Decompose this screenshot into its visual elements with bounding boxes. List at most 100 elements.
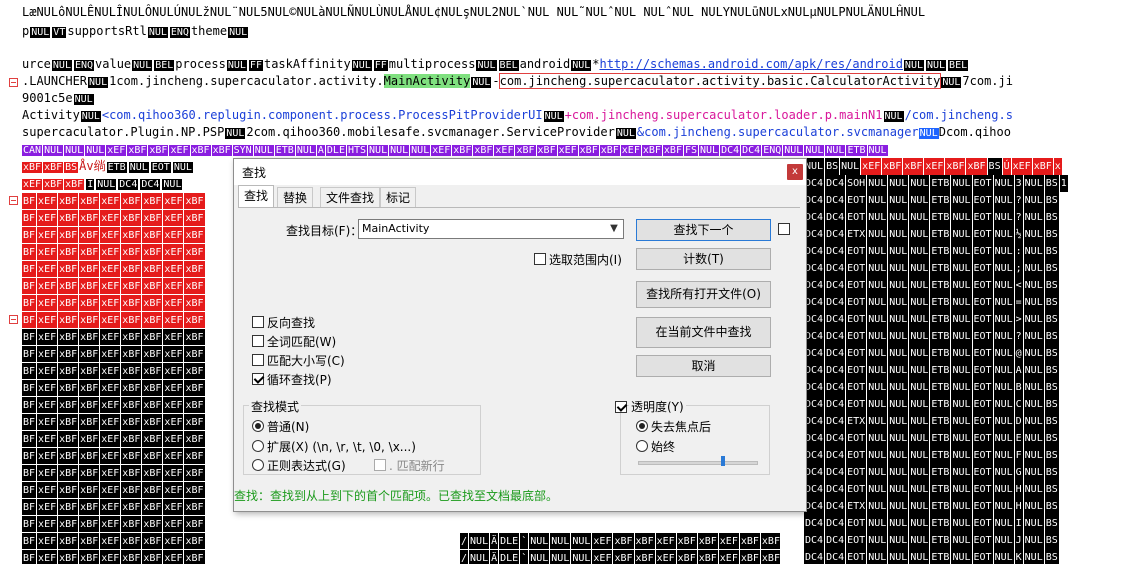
control-char: NUL (132, 60, 153, 71)
mode-normal-radio[interactable] (252, 420, 264, 432)
control-char: xBF (184, 533, 205, 549)
control-char: EOT (972, 515, 993, 532)
control-char: xBF (58, 329, 79, 345)
control-char: EOT (972, 192, 993, 209)
match-case-checkbox[interactable] (252, 354, 264, 366)
whole-word-checkbox[interactable] (252, 335, 264, 347)
control-char: xBF (58, 227, 79, 243)
transparency-slider[interactable] (638, 461, 758, 465)
dialog-titlebar[interactable]: 查找 x (234, 159, 806, 185)
control-char: I (1014, 515, 1023, 532)
control-char: xBF (184, 550, 205, 564)
control-char: NUL (30, 27, 51, 38)
control-char: BS (1044, 481, 1059, 498)
on-lose-focus-radio[interactable] (636, 420, 648, 432)
control-char: xEF (37, 550, 58, 564)
control-char: NUL (993, 243, 1014, 260)
find-target-input[interactable]: MainActivity (362, 222, 429, 235)
url-link[interactable]: http://schemas.android.com/apk/res/andro… (599, 57, 902, 71)
mode-extended-radio[interactable] (252, 440, 264, 452)
find-all-open-files-button[interactable]: 查找所有打开文件(O) (636, 281, 771, 308)
control-char: BS (1044, 226, 1059, 243)
mode-regex-radio[interactable] (252, 459, 264, 471)
transparency-slider-thumb[interactable] (720, 456, 725, 466)
hex-left-col: BF xEF xBF xBF xEF xBF xBF xEF xBF (22, 380, 206, 396)
find-next-option-checkbox[interactable] (778, 223, 790, 235)
mode-normal-label: 普通(N) (267, 420, 310, 434)
control-char: NUL (867, 226, 888, 243)
control-char: xBF (142, 380, 163, 396)
control-char: NUL (162, 179, 183, 190)
control-char: NUL (888, 464, 909, 481)
control-char: NUL (228, 27, 249, 38)
control-char: DC4 (825, 277, 846, 294)
in-selection-checkbox[interactable] (534, 253, 546, 265)
control-char: xEF (163, 414, 184, 430)
control-char: NUL (993, 379, 1014, 396)
control-char: NUL (867, 277, 888, 294)
line-text: - (492, 74, 500, 88)
tab-mark[interactable]: 标记 (380, 187, 417, 208)
hex-left-col: BF xEF xBF xBF xEF xBF xBF xEF xBF (22, 516, 206, 532)
cancel-button[interactable]: 取消 (636, 355, 771, 377)
control-char: BS (1044, 362, 1059, 379)
control-char: BS (1044, 294, 1059, 311)
tab-replace[interactable]: 替换 (277, 187, 314, 208)
fold-marker-icon[interactable] (9, 78, 18, 87)
control-char: xBF (966, 158, 987, 175)
find-in-current-file-button[interactable]: 在当前文件中查找 (636, 317, 771, 348)
control-char: NUL (993, 413, 1014, 430)
close-button[interactable]: x (787, 164, 803, 180)
dot-newline-checkbox[interactable] (374, 459, 386, 471)
control-char: NUL (909, 532, 930, 549)
control-char: NUL (368, 145, 389, 156)
fold-marker-icon[interactable] (9, 315, 18, 324)
hex-right-col: DC4 DC4 ETX NUL NUL NUL ETB NUL EOT NUL ½ NUL BS (804, 226, 1060, 243)
control-char: EOT (846, 430, 867, 447)
count-button[interactable]: 计数(T) (636, 248, 771, 270)
control-char: xBF (184, 227, 205, 243)
control-char: xEF (100, 397, 121, 413)
control-char: xEF (100, 261, 121, 277)
control-char: NUL (172, 162, 193, 173)
find-next-button[interactable]: 查找下一个 (636, 219, 771, 241)
control-char: xBF (79, 261, 100, 277)
wrap-around-checkbox[interactable] (252, 373, 264, 385)
control-char: NUL (783, 145, 804, 156)
control-char: NUL (909, 328, 930, 345)
control-char: NUL (615, 128, 636, 139)
hex-bottom-col: / NUL Ä DLE ` NUL NUL NUL xEF xBF xBF xEF xBF xBF xEF x… (460, 550, 780, 564)
control-char: NUL (909, 515, 930, 532)
tab-find-in-files[interactable]: 文件查找 (320, 187, 381, 208)
control-char: xEF (100, 380, 121, 396)
fold-marker-icon[interactable] (9, 196, 18, 205)
control-char: NUL (993, 498, 1014, 515)
control-char: xBF (142, 346, 163, 362)
transparency-checkbox[interactable] (615, 401, 627, 413)
control-char: xEF (163, 244, 184, 260)
tab-find[interactable]: 查找 (238, 185, 275, 208)
control-char: NUL (993, 362, 1014, 379)
control-char: xBF (452, 145, 473, 156)
chevron-down-icon[interactable]: ▼ (607, 221, 621, 237)
hex-right-col: DC4 DC4 EOT NUL NUL NUL ETB NUL EOT NUL H NUL BS (804, 481, 1060, 498)
control-char: EOT (972, 226, 993, 243)
control-char: xBF (142, 312, 163, 328)
control-char: xBF (142, 244, 163, 260)
control-char: NUL (1023, 294, 1044, 311)
control-char: ETB (930, 413, 951, 430)
find-target-combo[interactable]: MainActivity ▼ (358, 219, 624, 239)
control-char: NUL (993, 464, 1014, 481)
control-char: DC4 (825, 209, 846, 226)
control-char: xBF (697, 533, 718, 549)
control-char: NUL (993, 532, 1014, 549)
control-char: NUL (295, 145, 316, 156)
control-char: NUL (951, 294, 972, 311)
control-char: NUL (951, 328, 972, 345)
control-char: DC4 (804, 243, 825, 260)
always-radio[interactable] (636, 440, 648, 452)
find-dialog: 查找 x 查找 替换 文件查找 标记 查找目标(F)： MainActivity… (233, 158, 807, 512)
control-char: NUL (951, 175, 972, 192)
reverse-search-checkbox[interactable] (252, 316, 264, 328)
control-char: xBF (184, 516, 205, 532)
